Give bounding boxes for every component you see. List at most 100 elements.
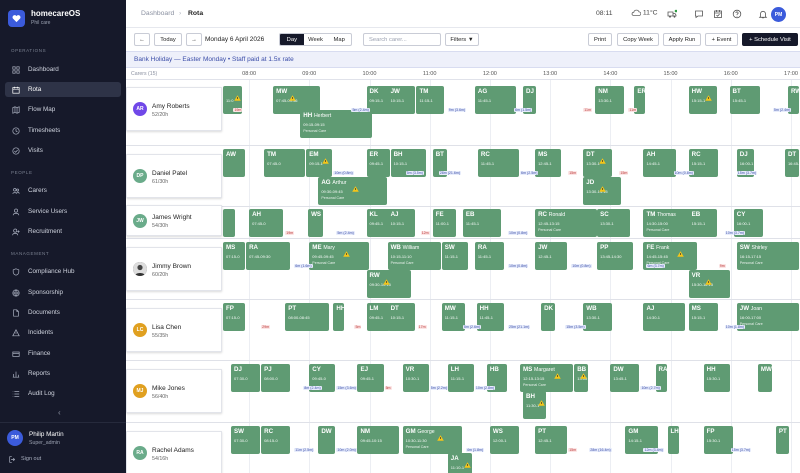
visit-shift[interactable]: BB13:00 [574,364,589,392]
visit-shift[interactable]: JD 13:30-14:15 [583,177,622,205]
sidebar-item-carers[interactable]: Carers [5,183,121,198]
visit-shift[interactable]: MW 11:15-1 [441,303,465,331]
visit-shift[interactable]: AH 07:45-0 [249,209,283,237]
visit-shift[interactable]: LH 11:15-1 [447,364,474,392]
visit-shift[interactable]: NM 09:45-10:15 [357,426,399,454]
user-avatar[interactable]: PM [7,430,23,446]
visit-shift[interactable]: LH [667,426,679,454]
visit-shift[interactable]: HH Herbert 09:15-09:15 Personal Care [300,110,372,138]
visit-shift[interactable]: PT [775,426,789,454]
visit-shift[interactable]: WS 12:00-1 [489,426,520,454]
visit-shift[interactable]: HH [333,303,345,331]
sidebar-item-service-users[interactable]: Service Users [5,204,121,219]
van-icon[interactable] [667,9,677,19]
visit-shift[interactable]: RA 07:45-09:30 [246,242,291,270]
visit-shift[interactable]: EB 11:45-1 [462,209,501,237]
visit-shift[interactable]: HH 15:30-1 [703,364,730,392]
visit-shift[interactable]: AJ 14:30-1 [643,303,685,331]
sidebar-item-documents[interactable]: Documents [5,305,121,320]
visit-shift[interactable]: DT 16:45-1 [784,149,799,177]
visit-shift[interactable]: DW 13:45-1 [610,364,640,392]
visit-shift[interactable]: FP 15:30-1 [703,426,733,454]
sidebar-item-recruitment[interactable]: Recruitment [5,224,121,239]
visit-shift[interactable]: RC Ronald 12:45-13:15 Personal Care [535,209,598,237]
visit-shift[interactable]: EJ 09:45-1 [357,364,384,392]
user-avatar-top[interactable]: PM [771,7,786,22]
next-day-button[interactable]: → [186,33,202,46]
visit-shift[interactable]: SW 07:30-0 [231,426,261,454]
visit-shift[interactable]: HW 15:15-1 [688,86,717,114]
visit-shift[interactable]: DT 13:30-1 [583,149,613,177]
visit-shift[interactable]: AW [223,149,246,177]
visit-shift[interactable]: RW 09:30-10:15 [366,270,411,298]
visit-shift[interactable]: DT 10:15-1 [387,303,416,331]
sidebar-item-sponsorship[interactable]: Sponsorship [5,285,121,300]
visit-shift[interactable]: MW [757,364,772,392]
visit-shift[interactable]: LM 09:45-1 [366,303,390,331]
sidebar-item-reports[interactable]: Reports [5,366,121,381]
visit-shift[interactable]: RA 11:45-1 [474,242,504,270]
sign-out-button[interactable]: Sign out [7,455,117,465]
visit-shift[interactable]: PJ 08:00-0 [261,364,291,392]
visit-shift[interactable]: AH 14:45-1 [643,149,676,177]
sidebar-item-compliance-hub[interactable]: Compliance Hub [5,264,121,279]
sidebar-item-flow-map[interactable]: Flow Map [5,102,121,117]
carer-name-cell[interactable]: LC Lisa Chen 55/35h [126,308,222,352]
visit-shift[interactable]: FE 11:00-1 [432,209,456,237]
visit-shift[interactable]: TM 11:15-1 [416,86,444,114]
prev-day-button[interactable]: ← [134,33,150,46]
carer-name-cell[interactable]: DP Daniel Patel 61/30h [126,154,222,198]
visit-shift[interactable]: RC 08:15-0 [261,426,291,454]
collapse-sidebar-button[interactable]: ‹ [58,408,61,417]
sidebar-item-audit-log[interactable]: Audit Log [5,386,121,401]
schedule-visit-button[interactable]: + Schedule Visit [742,33,798,46]
bell-icon[interactable] [758,9,768,19]
view-week-tab[interactable]: Week [304,34,328,45]
breadcrumb-dashboard[interactable]: Dashboard [141,10,174,17]
visit-shift[interactable]: MS 12:45-1 [535,149,562,177]
visit-shift[interactable]: WB William 10:15-11:10 Personal Care [387,242,441,270]
carer-name-cell[interactable]: AR Amy Roberts 52/20h [126,87,222,131]
chat-icon[interactable] [694,9,704,19]
visit-shift[interactable]: TM Thomas 14:30-15:00 Personal Care [643,209,694,237]
visit-shift[interactable]: WB 13:30-1 [583,303,613,331]
visit-shift[interactable]: SC 13:30-1 [597,209,631,237]
visit-shift[interactable]: DJ 07:30-0 [231,364,261,392]
sidebar-item-finance[interactable]: Finance [5,346,121,361]
visit-shift[interactable]: SW Shirley 16:15-17:15 Personal Care [736,242,799,270]
visit-shift[interactable]: VR 10:30-1 [402,364,429,392]
visit-shift[interactable]: FP 07:15-0 [223,303,246,331]
visit-shift[interactable]: AJ 10:15-1 [387,209,416,237]
visit-shift[interactable]: DK [541,303,556,331]
sidebar-item-dashboard[interactable]: Dashboard [5,62,121,77]
visit-shift[interactable]: SW 11:15-1 [441,242,468,270]
filters-button[interactable]: Filters ▼ [445,33,479,46]
add-event-button[interactable]: + Event [705,33,738,46]
visit-shift[interactable]: TM 07:45-0 [264,149,306,177]
apply-run-button[interactable]: Apply Run [663,33,701,46]
visit-shift[interactable]: NM 13:30-1 [595,86,625,114]
visit-shift[interactable]: DW [318,426,336,454]
calendar-check-icon[interactable] [713,9,723,19]
brand[interactable]: homecareOS Phil care [8,9,120,31]
visit-shift[interactable]: JW Joan 16:00-17:00 Personal Care [736,303,799,331]
print-button[interactable]: Print [588,33,612,46]
visit-shift[interactable]: BH 11:30-1 [523,391,547,419]
visit-shift[interactable] [223,209,235,237]
sidebar-item-rota[interactable]: Rota [5,82,121,97]
visit-shift[interactable]: GM George 10:30-11:30 Personal Care [402,426,462,454]
visit-shift[interactable]: EM 09:15-1 [306,149,333,177]
visit-shift[interactable]: JW 10:15-1 [387,86,416,114]
visit-shift[interactable]: PT 12:45-1 [535,426,568,454]
search-carer-input[interactable]: Search carer... [363,33,441,46]
visit-shift[interactable]: AG 11:45-1 [474,86,517,114]
visit-shift[interactable]: RC 11:45-1 [477,149,520,177]
carer-name-cell[interactable]: MJ Mike Jones 56/40h [126,369,222,413]
visit-shift[interactable]: JA 11:10-1 [447,453,473,473]
carer-name-cell[interactable]: JW James Wright 54/30h [126,205,222,236]
today-button[interactable]: Today [154,33,182,46]
visit-shift[interactable]: VR 15:30-16:15 [688,270,730,298]
visit-shift[interactable]: PP 13:45-14:30 [597,242,634,270]
visit-shift[interactable]: WS [308,209,324,237]
visit-shift[interactable]: ME Mary 09:45-09:45 Personal Care [309,242,369,270]
